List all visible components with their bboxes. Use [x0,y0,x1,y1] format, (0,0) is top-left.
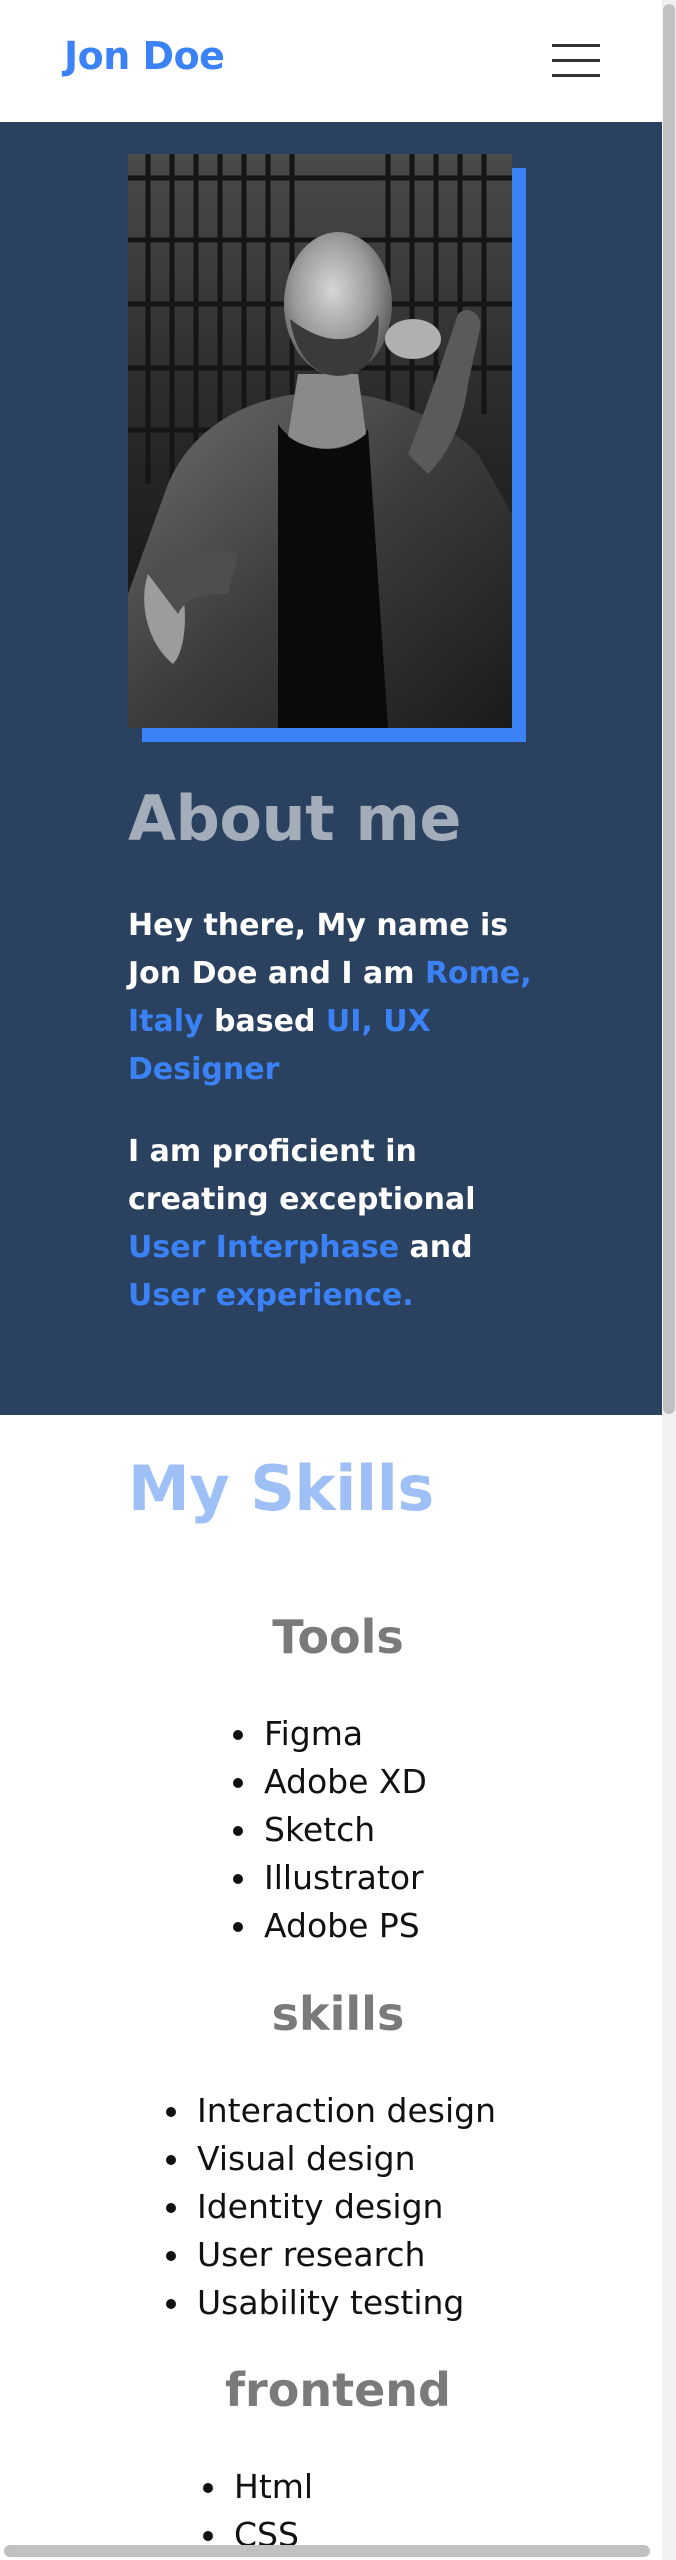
list-item: Html [230,2463,313,2511]
frontend-heading: frontend [225,2363,451,2417]
skills-list: Interaction design Visual design Identit… [193,2087,496,2327]
page: Jon Doe About me Hey there, My name is J… [0,0,676,2560]
menu-bar [552,44,600,47]
about-proficiency-text: and [399,1230,473,1265]
about-intro-text: based [203,1004,326,1039]
horizontal-scrollbar-thumb[interactable] [4,2545,650,2557]
list-item: Adobe PS [260,1902,427,1950]
about-proficiency-paragraph: I am proficient in creating exceptional … [128,1128,558,1320]
tools-heading: Tools [272,1610,404,1664]
about-title: About me [128,782,461,855]
skills-heading: skills [271,1987,405,2041]
ux-highlight: User experience. [128,1278,414,1313]
about-proficiency-text: I am proficient in creating exceptional [128,1134,476,1217]
hamburger-menu-icon[interactable] [546,38,606,82]
ui-highlight: User Interphase [128,1230,400,1265]
profile-photo [128,154,512,728]
menu-bar [552,59,600,62]
vertical-scrollbar-thumb[interactable] [663,4,675,1414]
brand-logo-link[interactable]: Jon Doe [64,34,225,78]
list-item: Usability testing [193,2279,496,2327]
list-item: Adobe XD [260,1758,427,1806]
about-intro-paragraph: Hey there, My name is Jon Doe and I am R… [128,902,558,1094]
about-section: About me Hey there, My name is Jon Doe a… [0,122,662,1415]
skills-title: My Skills [128,1452,434,1525]
site-header: Jon Doe [0,0,676,122]
list-item: Figma [260,1710,427,1758]
menu-bar [552,74,600,77]
list-item: Sketch [260,1806,427,1854]
list-item: Interaction design [193,2087,496,2135]
tools-list: Figma Adobe XD Sketch Illustrator Adobe … [260,1710,427,1950]
list-item: Illustrator [260,1854,427,1902]
list-item: User research [193,2231,496,2279]
list-item: Identity design [193,2183,496,2231]
list-item: Visual design [193,2135,496,2183]
